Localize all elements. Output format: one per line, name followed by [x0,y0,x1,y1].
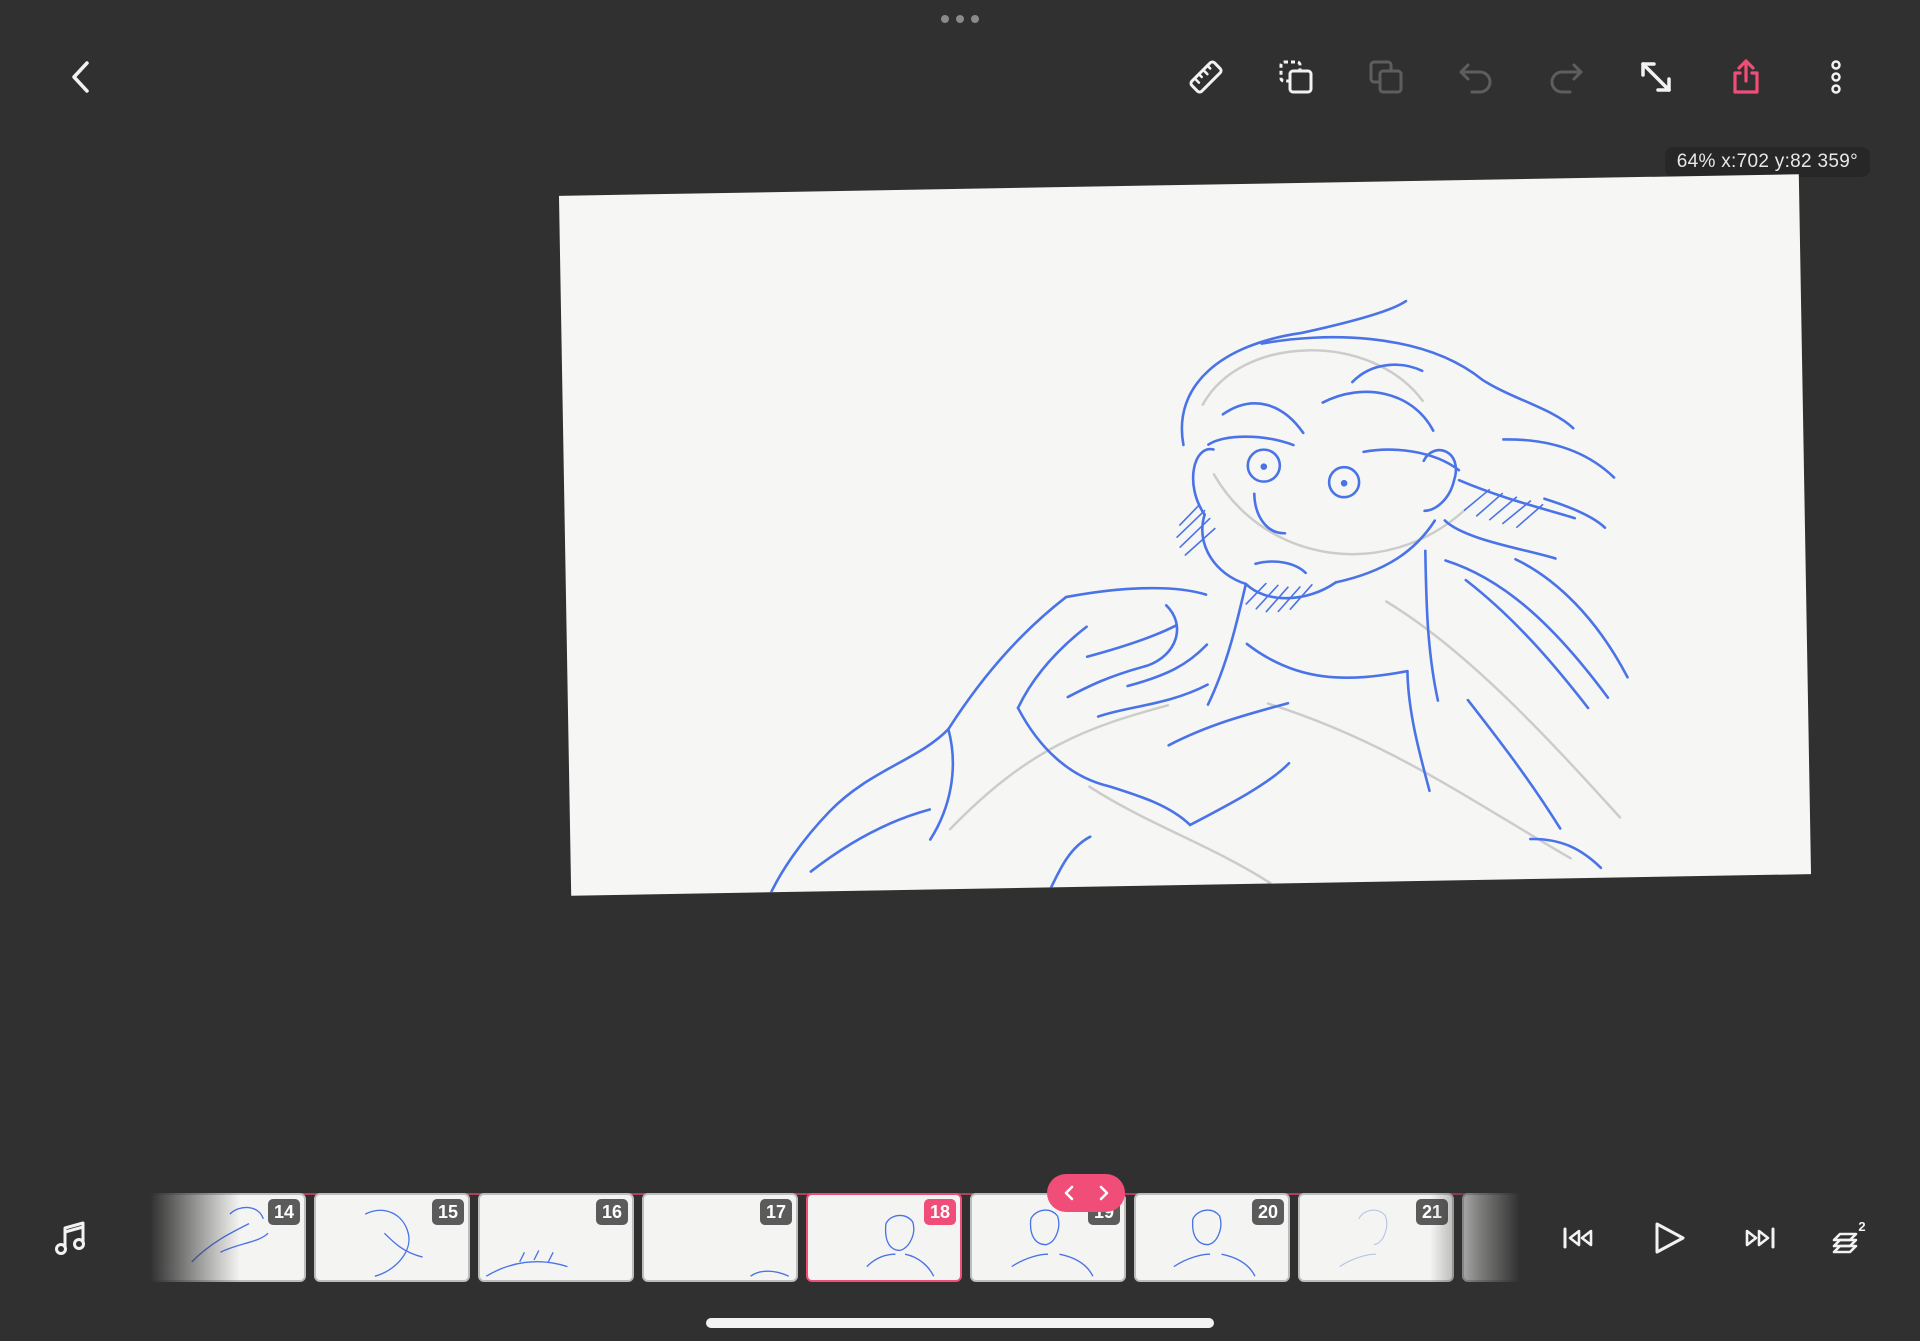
frame-nav-pill [1047,1174,1125,1212]
more-vertical-icon [1831,60,1841,94]
chevron-left-icon [72,61,89,93]
frame-thumbnail[interactable]: 20 [1134,1193,1290,1282]
sketch-drawing [769,299,1629,894]
home-indicator[interactable] [706,1318,1214,1328]
ruler-button[interactable] [1176,47,1236,107]
frame-number: 20 [1252,1199,1284,1225]
ruler-icon [1189,60,1223,94]
frame-number: 14 [268,1199,300,1225]
frame-thumbnail-current[interactable]: 18 [806,1193,962,1282]
play-icon [1655,1222,1685,1254]
canvas-paper [558,174,1812,896]
frame-number: 21 [1416,1199,1448,1225]
frame-strip: 14 15 16 17 18 19 20 21 [150,1193,1520,1283]
play-button[interactable] [1639,1208,1699,1268]
back-button[interactable] [52,47,112,107]
layers-count: 2 [1858,1219,1865,1234]
undo-icon [1459,63,1492,94]
skip-to-start-icon [1563,1227,1593,1249]
frame-thumbnail[interactable]: 17 [642,1193,798,1282]
frame-number: 16 [596,1199,628,1225]
frame-number: 15 [432,1199,464,1225]
chevron-left-icon [1064,1185,1073,1201]
layers-icon: 2 [1832,1219,1866,1254]
copy-icon [1369,60,1403,94]
frame-timeline[interactable]: 14 15 16 17 18 19 20 21 [150,1193,1520,1283]
frame-thumbnail[interactable]: 16 [478,1193,634,1282]
resize-arrows-icon [1641,62,1671,92]
go-to-first-frame-button[interactable] [1549,1208,1609,1268]
go-to-last-frame-button[interactable] [1729,1208,1789,1268]
frame-thumbnail[interactable]: 21 [1298,1193,1454,1282]
skip-to-end-icon [1745,1227,1775,1249]
music-note-icon [55,1221,85,1255]
duplicate-frame-button[interactable] [1266,47,1326,107]
fullscreen-button[interactable] [1626,47,1686,107]
frame-thumbnail[interactable]: 15 [314,1193,470,1282]
undo-button[interactable] [1446,47,1506,107]
next-frame-button[interactable] [1089,1179,1117,1207]
previous-frame-button[interactable] [1056,1179,1084,1207]
frame-number: 17 [760,1199,792,1225]
audio-button[interactable] [41,1208,101,1268]
frame-number: 18 [924,1199,956,1225]
redo-icon [1550,63,1583,94]
frame-thumbnail-partial[interactable] [1462,1193,1520,1282]
redo-button[interactable] [1536,47,1596,107]
layers-button[interactable]: 2 [1819,1208,1879,1268]
share-icon [1733,59,1759,94]
share-button[interactable] [1716,47,1776,107]
frame-thumbnail[interactable]: 14 [150,1193,306,1282]
drawing-canvas[interactable] [558,174,1812,896]
canvas-transform-readout: 64% x:702 y:82 359° [1664,147,1870,177]
duplicate-frame-icon [1279,60,1313,94]
animation-app: 64% x:702 y:82 359° 14 15 16 17 18 19 20… [0,0,1920,1341]
copy-button[interactable] [1356,47,1416,107]
chevron-right-icon [1099,1185,1108,1201]
multitasking-grabber[interactable] [941,14,979,24]
more-button[interactable] [1806,47,1866,107]
